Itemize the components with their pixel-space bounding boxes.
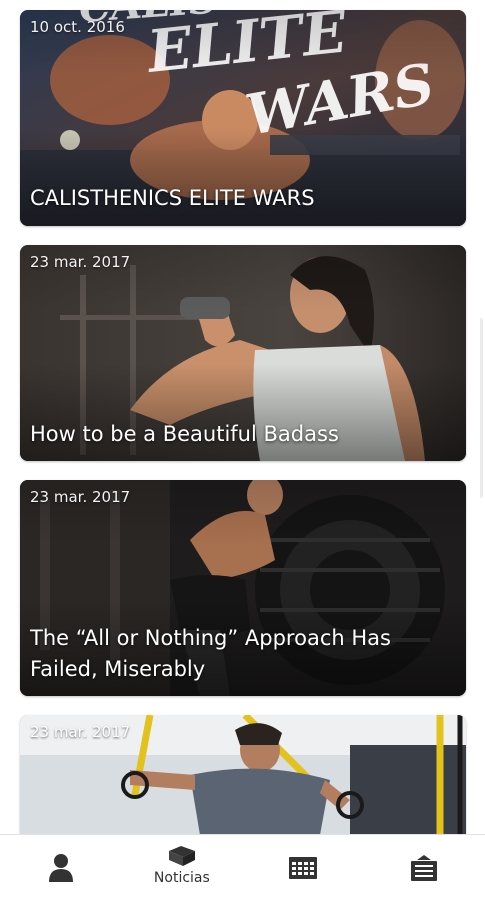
tab-profile[interactable] xyxy=(0,835,121,900)
user-icon xyxy=(48,853,73,882)
store-icon xyxy=(411,854,438,881)
news-card[interactable]: ELITE WARS CALIS 10 oct. 2016 CALISTHENI… xyxy=(20,10,466,226)
book-icon xyxy=(168,846,195,866)
news-card[interactable]: 23 mar. 2017 xyxy=(20,715,466,835)
bottom-tab-bar: Noticias xyxy=(0,834,485,900)
news-title: The “All or Nothing” Approach Has Failed… xyxy=(30,626,391,681)
news-title: How to be a Beautiful Badass xyxy=(30,422,339,446)
scrollbar[interactable] xyxy=(480,318,483,498)
news-feed[interactable]: ELITE WARS CALIS 10 oct. 2016 CALISTHENI… xyxy=(0,0,485,835)
news-title: CALISTHENICS ELITE WARS xyxy=(30,186,315,210)
news-card[interactable]: 23 mar. 2017 How to be a Beautiful Badas… xyxy=(20,245,466,461)
tab-label: Noticias xyxy=(153,870,210,886)
news-date: 23 mar. 2017 xyxy=(30,488,131,506)
tab-store[interactable] xyxy=(364,835,485,900)
calendar-icon xyxy=(289,856,318,879)
news-date: 10 oct. 2016 xyxy=(30,18,125,36)
news-date: 23 mar. 2017 xyxy=(30,723,131,741)
news-card[interactable]: 23 mar. 2017 The “All or Nothing” Approa… xyxy=(20,480,466,696)
tab-calendar[interactable] xyxy=(243,835,364,900)
tab-news[interactable]: Noticias xyxy=(121,831,242,900)
news-date: 23 mar. 2017 xyxy=(30,253,131,271)
